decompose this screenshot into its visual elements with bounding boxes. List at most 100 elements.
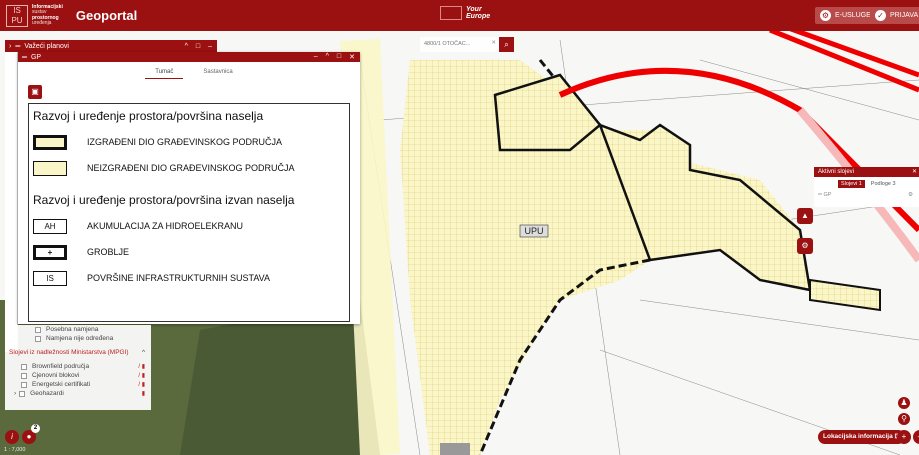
legend-item: NEIZGRAĐENI DIO GRAĐEVINSKOG PODRUČJA xyxy=(33,155,345,181)
gear-icon[interactable]: ⚙ xyxy=(908,192,913,198)
legend-symbol xyxy=(33,134,67,150)
settings-button[interactable]: ⚙ xyxy=(797,238,813,254)
plus-icon: + xyxy=(901,432,907,441)
active-layer-row[interactable]: ═ GP ⚙ xyxy=(814,188,919,198)
tab-label: Podloge xyxy=(870,181,891,187)
gp-window: ═ GP – ^ □ ✕ Tumač Sastavnica ▣ Razvoj i uređ… xyxy=(18,52,360,324)
layer-group-mpgi[interactable]: Slojevi iz nadležnosti Ministarstva (MPG… xyxy=(5,343,151,362)
legend: Razvoj i uređenje prostora/površina nase… xyxy=(28,103,350,322)
tab-label: Slojevi xyxy=(841,181,858,187)
search-button[interactable]: ⌕ xyxy=(499,37,514,52)
pdf-icon[interactable]: ▮ xyxy=(142,390,145,397)
checkbox[interactable] xyxy=(19,390,26,397)
checkbox[interactable] xyxy=(35,326,41,333)
collapse-icon[interactable]: ^ xyxy=(326,53,329,61)
legend-label: NEIZGRAĐENI DIO GRAĐEVINSKOG PODRUČJA xyxy=(87,163,295,173)
legend-symbol: AH xyxy=(33,218,67,234)
clear-icon[interactable]: ✕ xyxy=(491,40,496,46)
your-europe-link[interactable]: Your Europe xyxy=(440,6,490,20)
layers-panel: Posebna namjena Namjena nije određena Sl… xyxy=(5,325,151,410)
save-button[interactable]: ▣ xyxy=(28,85,42,99)
close-icon[interactable]: ✕ xyxy=(349,53,355,61)
layer-item[interactable]: Cjenovni blokovi / ▮ xyxy=(5,371,151,380)
menu-icon[interactable]: ═ xyxy=(15,43,20,50)
checkbox[interactable] xyxy=(21,381,27,388)
eu-label: Europe xyxy=(466,13,491,20)
expand-icon[interactable]: › xyxy=(9,43,11,50)
layer-item[interactable]: Posebna namjena xyxy=(5,325,151,334)
e-usluge-button[interactable]: ⚙ E-USLUGE xyxy=(815,7,876,24)
eu-label: Your xyxy=(466,6,482,13)
map-label-upu: UPU xyxy=(524,226,543,236)
header: IS PU Informacijski sustav prostornog ure… xyxy=(0,0,919,31)
panel-title: Aktivni slojevi xyxy=(818,169,855,175)
legend-symbol xyxy=(33,160,67,176)
zoom-in-button[interactable]: + xyxy=(897,430,911,444)
tab-count: 1 xyxy=(858,181,862,187)
legend-label: AKUMULACIJA ZA HIDROELEKRANU xyxy=(87,221,244,231)
legend-label: IZGRAĐENI DIO GRAĐEVINSKOG PODRUČJA xyxy=(87,137,283,147)
lokacijska-informacija-button[interactable]: Lokacijska informacija ⊡ xyxy=(818,430,905,444)
legend-heading: Razvoj i uređenje prostora/površina izva… xyxy=(33,193,295,207)
layer-name: GP xyxy=(823,192,832,198)
notification-badge: 2 xyxy=(31,424,40,433)
shapes-icon: ▲ xyxy=(801,211,809,220)
tab-tumac[interactable]: Tumač xyxy=(145,69,184,79)
legend-heading: Razvoj i uređenje prostora/površina nase… xyxy=(33,109,264,123)
tab-slojevi[interactable]: Slojevi 1 xyxy=(838,180,865,188)
chevron-up-icon[interactable]: ^ xyxy=(142,349,145,356)
person-icon: ♟ xyxy=(900,398,908,407)
person-button[interactable]: ♟ xyxy=(898,397,910,409)
ispu-logo[interactable]: IS PU xyxy=(6,4,28,27)
legend-item: IZGRAĐENI DIO GRAĐEVINSKOG PODRUČJA xyxy=(33,129,345,155)
window-title: GP xyxy=(30,53,42,61)
legend-item: AH AKUMULACIJA ZA HIDROELEKRANU xyxy=(33,213,345,239)
menu-icon[interactable]: ═ xyxy=(22,54,27,61)
check-icon: ✓ xyxy=(875,10,886,21)
app-title: Geoportal xyxy=(75,8,138,23)
legend-item: + GROBLJE xyxy=(33,239,345,265)
maximize-icon[interactable]: □ xyxy=(337,53,341,61)
layer-label: Brownfield područja xyxy=(32,363,90,370)
prijava-button[interactable]: ✓ PRIJAVA xyxy=(870,7,919,24)
checkbox[interactable] xyxy=(21,363,27,370)
collapse-icon[interactable]: ^ xyxy=(185,43,188,50)
tools-button[interactable]: ▲ xyxy=(797,208,813,224)
e-usluge-label: E-USLUGE xyxy=(835,12,871,19)
location-button[interactable]: ⚲ xyxy=(898,413,910,425)
layer-label: Posebna namjena xyxy=(46,326,99,333)
gear-icon: ⚙ xyxy=(820,10,831,21)
group-label: Slojevi iz nadležnosti Ministarstva (MPG… xyxy=(9,349,129,356)
legend-item: IS POVRŠINE INFRASTRUKTURNIH SUSTAVA xyxy=(33,265,345,291)
search-input[interactable]: 4800/1 OTOČAC... ✕ xyxy=(420,37,500,52)
chevron-right-icon[interactable]: › xyxy=(14,390,16,397)
tab-count: 3 xyxy=(892,181,896,187)
layer-item[interactable]: Namjena nije određena xyxy=(5,334,151,343)
close-icon[interactable]: ✕ xyxy=(912,167,917,177)
logo-text: Informacijski sustav prostornog uređenja xyxy=(32,4,63,27)
minimize-icon[interactable]: – xyxy=(314,53,318,61)
layer-item[interactable]: Energetski certifikati / ▮ xyxy=(5,380,151,389)
layer-label: Energetski certifikati xyxy=(32,381,91,388)
button-label: Lokacijska informacija xyxy=(823,433,893,440)
logo-line: uređenja xyxy=(32,20,52,26)
pdf-icon[interactable]: / ▮ xyxy=(138,363,145,370)
tab-podloge[interactable]: Podloge 3 xyxy=(871,181,896,187)
info-icon: i xyxy=(11,432,13,441)
layer-item[interactable]: › Geohazardi ▮ xyxy=(5,389,151,398)
comment-icon: ● xyxy=(26,432,32,441)
active-layers-panel: Aktivni slojevi ✕ Slojevi 1 Podloge 3 ═ G… xyxy=(814,167,919,207)
window-title: Važeći planovi xyxy=(24,43,69,50)
eu-flag-icon xyxy=(440,6,462,20)
maximize-icon[interactable]: □ xyxy=(196,43,200,50)
tab-sastavnica[interactable]: Sastavnica xyxy=(203,69,232,79)
pdf-icon[interactable]: / ▮ xyxy=(138,381,145,388)
pdf-icon[interactable]: / ▮ xyxy=(138,372,145,379)
layer-sidebar xyxy=(5,52,18,352)
legend-symbol: + xyxy=(33,244,67,260)
checkbox[interactable] xyxy=(35,335,41,342)
info-button[interactable]: i xyxy=(5,430,19,444)
layer-item[interactable]: Brownfield područja / ▮ xyxy=(5,362,151,371)
checkbox[interactable] xyxy=(21,372,27,379)
minimize-icon[interactable]: – xyxy=(208,43,212,50)
